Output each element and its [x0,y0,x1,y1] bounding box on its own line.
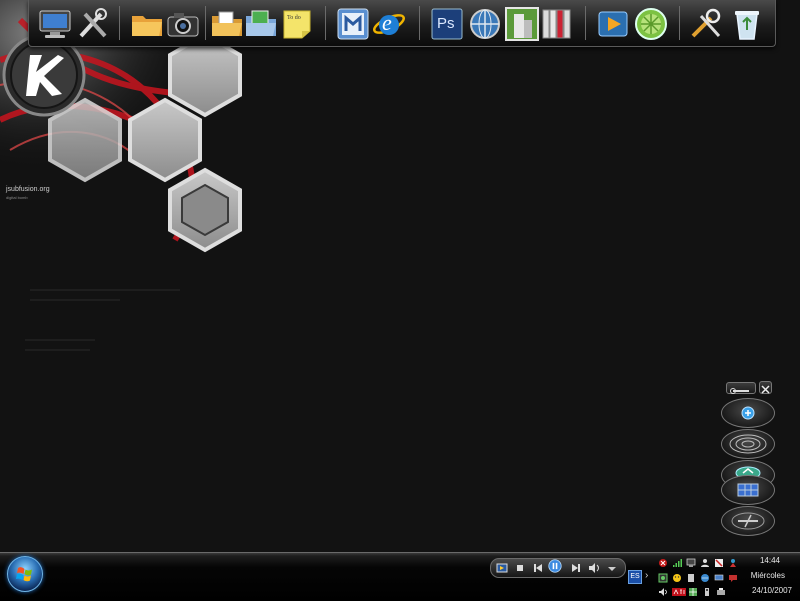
gadget-add-button[interactable] [721,398,775,428]
tray-device-icon[interactable] [686,573,696,583]
my-computer-icon[interactable] [37,6,73,42]
recycle-bin-icon[interactable] [729,6,765,42]
internet-explorer-icon[interactable]: e [371,6,407,42]
clock-date[interactable]: 24/10/2007 [752,586,792,595]
start-button[interactable] [7,556,43,592]
tray-globe-icon[interactable] [700,573,710,583]
tray-ati-icon[interactable] [672,587,686,597]
gadget-rings-button[interactable] [721,429,775,459]
media-pause-button[interactable] [548,559,566,577]
windows-logo-icon [16,567,32,582]
ie-letter: e [382,10,392,35]
dock-bar: To do e Ps [28,0,776,47]
tools-icon[interactable] [75,6,111,42]
tray-network-icon[interactable] [658,573,668,583]
tray-person-icon[interactable] [728,558,738,568]
sidebar-gadgets [718,378,780,538]
tray-usb-icon[interactable] [702,587,712,597]
media-restore-icon[interactable] [495,561,509,575]
clock-day[interactable]: Miércoles [751,571,785,580]
folder-icon[interactable] [129,6,165,42]
tray-blocked-icon[interactable] [714,558,724,568]
dock-separator [419,6,420,40]
books-icon[interactable] [539,6,575,42]
tray-grid-icon[interactable] [688,587,698,597]
dock-separator [585,6,586,40]
maxthon-icon[interactable] [335,6,371,42]
dock-separator [119,6,120,40]
control-tools-icon[interactable] [689,6,725,42]
gadget-close-button[interactable] [759,381,772,394]
tray-user-icon[interactable] [700,558,710,568]
wallpaper-caption: jsubfusion.org digital bomb [6,186,50,202]
pictures-folder-icon[interactable] [243,6,279,42]
tray-signal-icon[interactable] [672,558,682,568]
media-toolbar [490,558,626,578]
dock-separator [325,6,326,40]
dock-separator [205,6,206,40]
limewire-icon[interactable] [633,6,669,42]
tray-flash-icon[interactable] [658,558,668,568]
dock-separator [679,6,680,40]
tray-chat-icon[interactable] [728,573,738,583]
sticky-note-label: To do [287,15,301,21]
building-icon[interactable] [504,6,540,42]
photoshop-icon[interactable]: Ps [429,6,465,42]
desktop-wallpaper: jsubfusion.org digital bomb [0,0,800,552]
sticky-note-icon[interactable]: To do [279,6,315,42]
media-previous-button[interactable] [531,561,545,575]
wallpaper-art [0,0,800,552]
wallpaper-site-text: jsubfusion.org [6,186,50,193]
gadget-grid-button[interactable] [721,475,775,505]
wallpaper-sub-text: digital bomb [6,195,28,200]
tray-printer-icon[interactable] [716,587,726,597]
documents-folder-icon[interactable] [209,6,245,42]
gadget-wrench-button[interactable] [726,382,756,394]
media-player-icon[interactable] [595,6,631,42]
photoshop-label: Ps [437,15,455,32]
clock-time[interactable]: 14:44 [760,556,780,565]
media-menu-arrow-icon[interactable] [605,561,619,575]
camera-icon[interactable] [165,6,201,42]
tray-smiley-icon[interactable] [672,573,682,583]
media-next-button[interactable] [569,561,583,575]
media-stop-button[interactable] [513,561,527,575]
network-globe-icon[interactable] [467,6,503,42]
gadget-minus-button[interactable] [721,506,775,536]
media-volume-icon[interactable] [587,561,601,575]
tray-monitor-icon[interactable] [714,573,724,583]
tray-display-icon[interactable] [686,558,696,568]
tray-expand-icon[interactable]: › [645,570,648,582]
tray-volume-icon[interactable] [658,587,668,597]
taskbar: ES › 14:44 Miércoles 24/10/2007 [0,552,800,601]
language-indicator[interactable]: ES [628,570,642,584]
